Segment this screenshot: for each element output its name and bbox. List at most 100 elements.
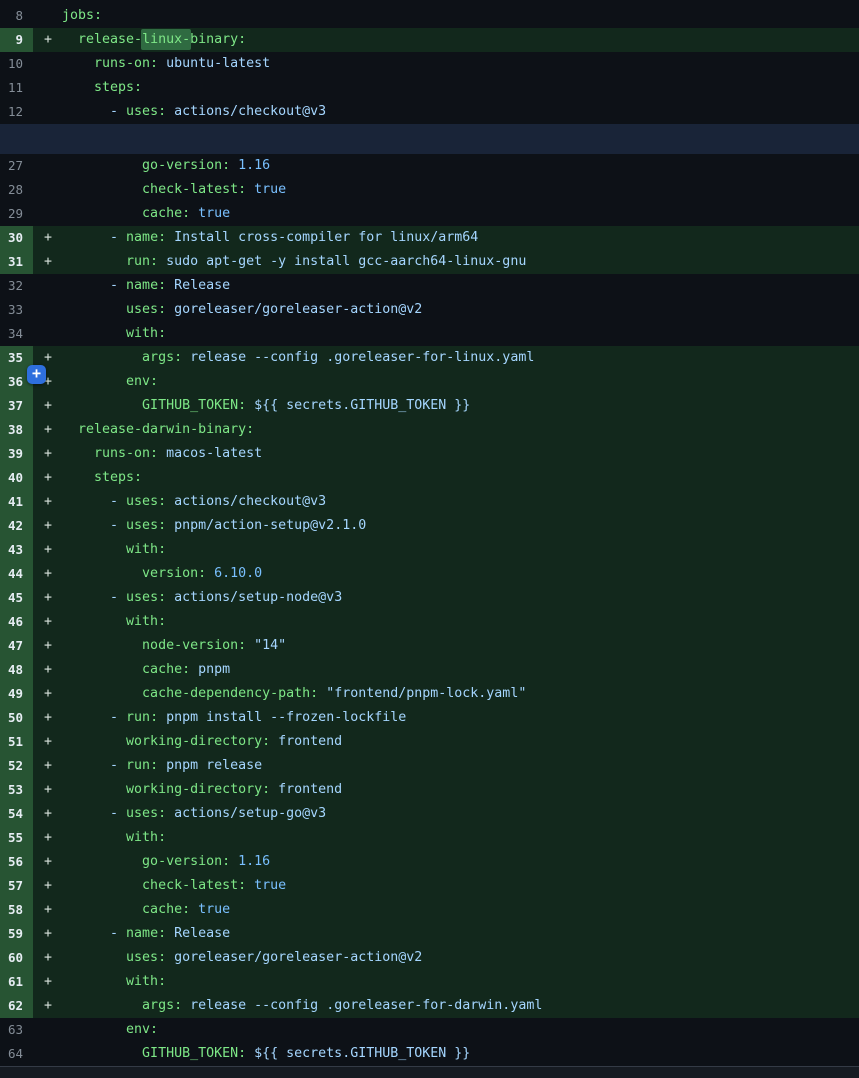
line-number[interactable]: 27 <box>0 154 33 178</box>
code-token: run: <box>126 710 158 725</box>
diff-marker <box>33 1042 62 1066</box>
code-token: name: <box>126 230 166 245</box>
diff-marker: + <box>33 418 62 442</box>
line-number[interactable]: 39 <box>0 442 33 466</box>
line-number[interactable]: 9 <box>0 28 33 52</box>
diff-marker: + <box>33 706 62 730</box>
line-number[interactable]: 60 <box>0 946 33 970</box>
code-token: sudo apt-get -y install gcc-aarch64-linu… <box>158 254 526 269</box>
code-token: goreleaser/goreleaser-action@v2 <box>166 302 422 317</box>
diff-row: 37+ GITHUB_TOKEN: ${{ secrets.GITHUB_TOK… <box>0 394 859 418</box>
line-number[interactable]: 56 <box>0 850 33 874</box>
diff-row: 61+ with: <box>0 970 859 994</box>
code-token: frontend <box>270 734 342 749</box>
line-number[interactable]: 30 <box>0 226 33 250</box>
diff-row: 33 uses: goreleaser/goreleaser-action@v2 <box>0 298 859 322</box>
code-token: binary: <box>190 32 246 47</box>
diff-row: 64 GITHUB_TOKEN: ${{ secrets.GITHUB_TOKE… <box>0 1042 859 1066</box>
code-token: with: <box>62 542 166 557</box>
line-number[interactable]: 34 <box>0 322 33 346</box>
line-number[interactable]: 50 <box>0 706 33 730</box>
line-number[interactable]: 63 <box>0 1018 33 1042</box>
line-number[interactable]: 44 <box>0 562 33 586</box>
line-number[interactable]: 40 <box>0 466 33 490</box>
line-number[interactable]: 55 <box>0 826 33 850</box>
code-line: jobs: <box>62 4 859 28</box>
line-number[interactable]: 11 <box>0 76 33 100</box>
diff-code-area: 8jobs:9+ release-linux-binary:10 runs-on… <box>0 0 859 1066</box>
diff-row: 10 runs-on: ubuntu-latest <box>0 52 859 76</box>
line-number[interactable]: 52 <box>0 754 33 778</box>
diff-marker: + <box>33 946 62 970</box>
line-number[interactable]: 32 <box>0 274 33 298</box>
line-number[interactable]: 62 <box>0 994 33 1018</box>
line-number[interactable]: 8 <box>0 4 33 28</box>
line-number[interactable]: 29 <box>0 202 33 226</box>
code-line: - name: Release <box>62 274 859 298</box>
line-number[interactable]: 37 <box>0 394 33 418</box>
code-token: - <box>62 230 126 245</box>
code-token: - <box>62 494 126 509</box>
code-token: uses: <box>126 806 166 821</box>
diff-marker <box>33 298 62 322</box>
diff-row: 58+ cache: true <box>0 898 859 922</box>
diff-row: 46+ with: <box>0 610 859 634</box>
line-number[interactable]: 57 <box>0 874 33 898</box>
diff-row: 8 jobs: <box>0 4 859 28</box>
code-line: cache: pnpm <box>62 658 859 682</box>
code-line: go-version: 1.16 <box>62 850 859 874</box>
code-line: - uses: actions/setup-node@v3 <box>62 586 859 610</box>
line-number[interactable]: 43 <box>0 538 33 562</box>
hunk-expander-band <box>0 124 859 154</box>
line-number[interactable]: 47 <box>0 634 33 658</box>
line-number[interactable]: 59 <box>0 922 33 946</box>
code-token: - <box>62 806 126 821</box>
diff-marker: + <box>33 226 62 250</box>
code-line: - name: Release <box>62 922 859 946</box>
line-number[interactable]: 49 <box>0 682 33 706</box>
code-line: with: <box>62 610 859 634</box>
code-line: runs-on: macos-latest <box>62 442 859 466</box>
code-token: go-version: <box>62 854 230 869</box>
line-number[interactable]: 46 <box>0 610 33 634</box>
code-line: - uses: pnpm/action-setup@v2.1.0 <box>62 514 859 538</box>
code-line: - uses: actions/checkout@v3 <box>62 490 859 514</box>
code-token: cache: <box>62 206 190 221</box>
code-line: cache: true <box>62 202 859 226</box>
line-number[interactable]: 10 <box>0 52 33 76</box>
line-number[interactable]: 42 <box>0 514 33 538</box>
diff-row: 62+ args: release --config .goreleaser-f… <box>0 994 859 1018</box>
code-line: env: <box>62 370 859 394</box>
line-number[interactable]: 64 <box>0 1042 33 1066</box>
line-number[interactable]: 58 <box>0 898 33 922</box>
line-number[interactable]: 54 <box>0 802 33 826</box>
code-line: with: <box>62 322 859 346</box>
diff-marker: + <box>33 658 62 682</box>
diff-marker: + <box>33 538 62 562</box>
code-token: Release <box>166 926 230 941</box>
code-token: frontend <box>270 782 342 797</box>
line-number[interactable]: 51 <box>0 730 33 754</box>
code-token: "frontend/pnpm-lock.yaml" <box>318 686 526 701</box>
code-line: steps: <box>62 466 859 490</box>
diff-row: 35+ args: release --config .goreleaser-f… <box>0 346 859 370</box>
line-number[interactable]: 61 <box>0 970 33 994</box>
code-token: version: <box>62 566 206 581</box>
line-number[interactable]: 45 <box>0 586 33 610</box>
code-token: uses: <box>62 950 166 965</box>
line-number[interactable]: 12 <box>0 100 33 124</box>
line-number[interactable]: 33 <box>0 298 33 322</box>
diff-marker: + <box>33 826 62 850</box>
diff-marker: + <box>33 514 62 538</box>
line-number[interactable]: 53 <box>0 778 33 802</box>
line-number[interactable]: 41 <box>0 490 33 514</box>
code-token: check-latest: <box>62 182 246 197</box>
add-comment-button[interactable]: + <box>27 365 46 384</box>
line-number[interactable]: 38 <box>0 418 33 442</box>
code-line: node-version: "14" <box>62 634 859 658</box>
code-token: steps: <box>62 80 142 95</box>
line-number[interactable]: 28 <box>0 178 33 202</box>
line-number[interactable]: 31 <box>0 250 33 274</box>
code-line: args: release --config .goreleaser-for-l… <box>62 346 859 370</box>
line-number[interactable]: 48 <box>0 658 33 682</box>
